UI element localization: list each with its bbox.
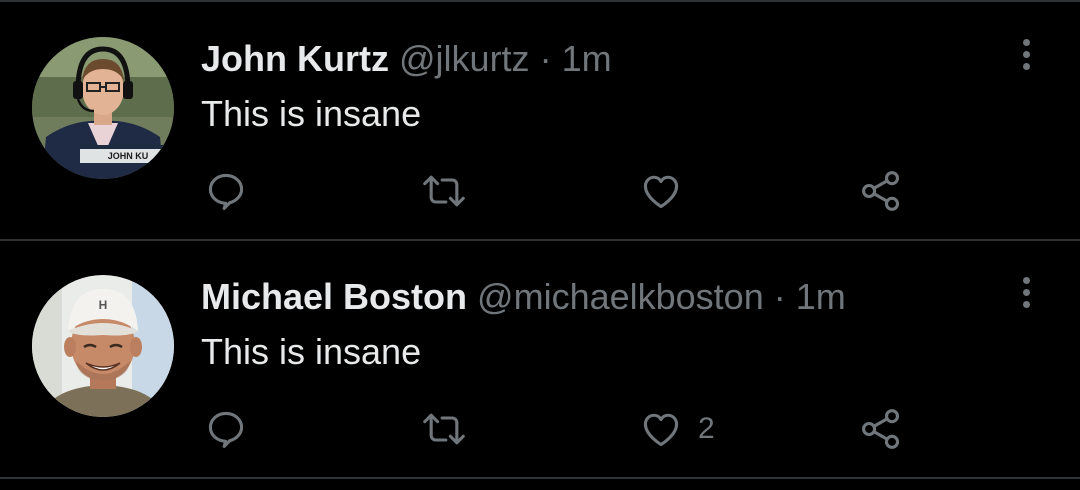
share-button[interactable] xyxy=(858,163,904,219)
avatar-caption: JOHN KU xyxy=(108,151,149,161)
like-button[interactable] xyxy=(638,163,698,219)
avatar[interactable]: H xyxy=(32,275,174,417)
user-handle[interactable]: @jlkurtz xyxy=(399,38,530,79)
retweet-icon xyxy=(423,413,465,445)
more-icon[interactable] xyxy=(1010,271,1042,313)
timestamp[interactable]: 1m xyxy=(796,276,846,317)
tweet-text: This is insane xyxy=(201,93,422,134)
avatar[interactable]: JOHN KU xyxy=(32,37,174,179)
like-button[interactable]: 2 xyxy=(638,401,715,457)
svg-text:H: H xyxy=(99,298,108,312)
tweet[interactable]: H Michael Boston @michaelkboston · 1m Th… xyxy=(0,241,1080,479)
reply-icon xyxy=(208,411,244,448)
retweet-button[interactable] xyxy=(420,163,468,219)
retweet-button[interactable] xyxy=(420,401,468,457)
like-icon xyxy=(643,413,679,447)
separator-dot: · xyxy=(539,38,552,79)
tweet-header: Michael Boston @michaelkboston · 1m xyxy=(201,275,846,319)
retweet-icon xyxy=(423,175,465,207)
display-name[interactable]: John Kurtz xyxy=(201,38,389,79)
tweet-header: John Kurtz @jlkurtz · 1m xyxy=(201,37,612,81)
share-icon xyxy=(862,409,900,449)
reply-button[interactable] xyxy=(204,401,248,457)
share-button[interactable] xyxy=(858,401,904,457)
share-icon xyxy=(862,171,900,211)
tweet[interactable]: JOHN KU John Kurtz @jlkurtz · 1m This is… xyxy=(0,3,1080,241)
reply-icon xyxy=(208,173,244,210)
top-divider xyxy=(0,0,1080,2)
timestamp[interactable]: 1m xyxy=(562,38,612,79)
like-count: 2 xyxy=(698,412,715,445)
tweet-text: This is insane xyxy=(201,331,422,372)
like-icon xyxy=(643,175,679,209)
display-name[interactable]: Michael Boston xyxy=(201,276,467,317)
reply-button[interactable] xyxy=(204,163,248,219)
user-handle[interactable]: @michaelkboston xyxy=(477,276,764,317)
more-icon[interactable] xyxy=(1010,33,1042,75)
separator-dot: · xyxy=(773,276,786,317)
